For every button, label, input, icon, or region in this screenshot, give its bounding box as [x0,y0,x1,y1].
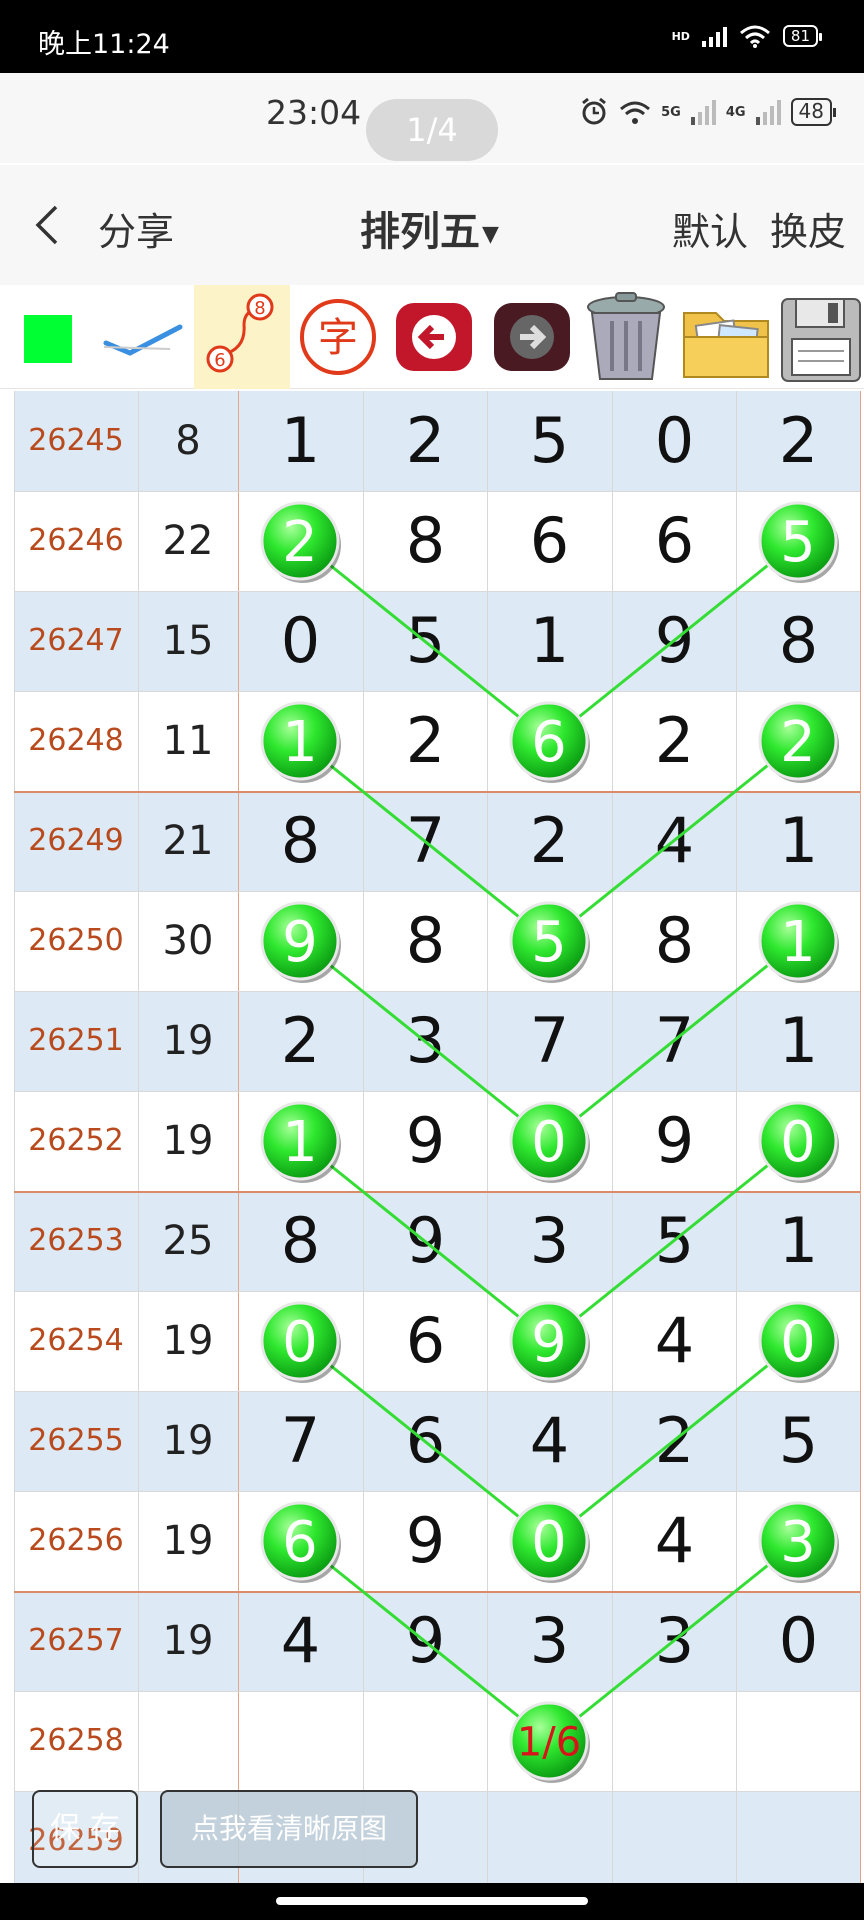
system-time: 晚上11:24 [38,29,170,60]
highlighted-digit-marker[interactable]: 2 [260,501,341,583]
color-swatch-green[interactable] [24,315,72,363]
link-line-tool[interactable]: 8 6 [194,285,290,389]
marker-text: 1 [282,1110,318,1175]
highlighted-digit-marker[interactable]: 1 [260,1101,341,1183]
highlighted-digit-marker[interactable]: 9 [260,901,341,983]
text-tool-glyph: 字 [318,315,358,361]
signal-icon [701,25,727,47]
marker-text: 6 [282,1510,318,1575]
trend-connector-line [299,539,550,743]
highlighted-digit-marker[interactable]: 1 [260,701,341,783]
page-indicator[interactable]: 1/4 [366,99,498,161]
hd-badge: HD [671,29,690,43]
save-disk-icon[interactable] [778,293,864,385]
undo-arrow-icon[interactable] [392,297,476,377]
inner-status-bar: 23:04 1/4 5G 4G 48 [0,73,864,163]
marker-text: 2 [282,510,318,575]
trend-overlay: 2 5 6 1 2 5 9 1 0 1 0 9 0 0 0 6 3 1/6 [260,501,839,1783]
trend-connector-line [548,939,799,1143]
highlighted-digit-marker[interactable]: 2 [758,701,839,783]
wifi-icon [739,25,770,48]
share-button[interactable]: 分享 [98,201,174,256]
battery-icon: 48 [790,98,837,126]
marker-text: 0 [531,1510,567,1575]
wifi-icon [620,101,651,124]
lottery-type-label: 排列五 [360,209,480,255]
link-icon-bottom-number: 6 [214,350,225,371]
highlighted-digit-marker[interactable]: 5 [509,901,590,983]
marker-text: 0 [780,1310,816,1375]
highlighted-digit-marker[interactable]: 9 [509,1301,590,1383]
highlighted-digit-marker[interactable]: 0 [509,1101,590,1183]
inner-status-icons: 5G 4G 48 [579,97,837,127]
redo-arrow-icon[interactable] [490,297,574,377]
marker-text: 2 [780,710,816,775]
highlighted-digit-marker[interactable]: 5 [758,501,839,583]
checkmark-pen-icon[interactable] [100,311,190,367]
alarm-icon [582,97,607,125]
marker-text: 1/6 [517,1719,581,1765]
highlighted-digit-marker[interactable]: 1 [758,901,839,983]
trend-table: 2624581250226246222866526247150519826248… [0,391,864,1883]
trend-connector-line [299,1139,550,1343]
highlighted-digit-marker[interactable]: 0 [758,1301,839,1383]
back-arrow-icon[interactable] [32,203,62,247]
home-indicator[interactable] [276,1897,588,1905]
link-icon-top-number: 8 [254,298,265,319]
battery-icon: 81 [782,25,823,47]
system-status-bar: 晚上11:24 HD 81 [0,0,864,73]
net-label-4g: 4G [725,104,746,120]
marker-text: 5 [531,910,567,975]
marker-text: 0 [282,1310,318,1375]
highlighted-digit-marker[interactable]: 3 [758,1501,839,1583]
signal-icon-5g [690,99,716,125]
prediction-marker[interactable]: 1/6 [509,1701,590,1783]
drawing-toolbar: 8 6 字 [0,285,864,389]
trend-connector-line [548,1139,799,1343]
marker-text: 5 [780,510,816,575]
trend-connector-line [299,1539,550,1743]
link-line-icon: 8 6 [206,293,274,373]
system-status-icons: HD 81 [671,24,823,48]
marker-text: 1 [780,910,816,975]
text-tool-icon[interactable]: 字 [296,295,380,379]
signal-icon-4g [755,99,781,125]
save-button[interactable]: 保 存 [32,1790,138,1868]
trash-can-icon[interactable] [582,289,670,385]
change-skin-button[interactable]: 换皮 [770,201,846,256]
marker-text: 0 [780,1110,816,1175]
highlighted-digit-marker[interactable]: 0 [758,1101,839,1183]
marker-text: 9 [282,910,318,975]
marker-text: 6 [531,710,567,775]
trend-connector-line [299,739,550,943]
marker-text: 1 [282,710,318,775]
highlighted-digit-marker[interactable]: 6 [260,1501,341,1583]
view-original-button[interactable]: 点我看清晰原图 [160,1790,418,1868]
app-screen: 23:04 1/4 5G 4G 48 分享 排列五▼ 默认 换皮 8 6 字 2… [0,73,864,1883]
marker-text: 3 [780,1510,816,1575]
gallery-folder-icon[interactable] [678,293,774,385]
highlighted-digit-marker[interactable]: 6 [509,701,590,783]
trend-connector-line [548,1339,799,1543]
nav-bar: 分享 排列五▼ 默认 换皮 [0,165,864,285]
trend-connector-line [548,1539,799,1743]
net-label-5g: 5G [661,104,681,120]
trend-connector-line [299,939,550,1143]
highlighted-digit-marker[interactable]: 0 [260,1301,341,1383]
highlighted-digit-marker[interactable]: 0 [509,1501,590,1583]
marker-text: 9 [531,1310,567,1375]
dropdown-caret-icon: ▼ [482,221,499,247]
inner-time: 23:04 [266,93,362,132]
default-button[interactable]: 默认 [672,201,748,256]
trend-connector-line [299,1339,550,1543]
marker-text: 0 [531,1110,567,1175]
lottery-type-dropdown[interactable]: 排列五▼ [360,199,499,257]
trend-connector-line [548,739,799,943]
trend-connector-line [548,539,799,743]
